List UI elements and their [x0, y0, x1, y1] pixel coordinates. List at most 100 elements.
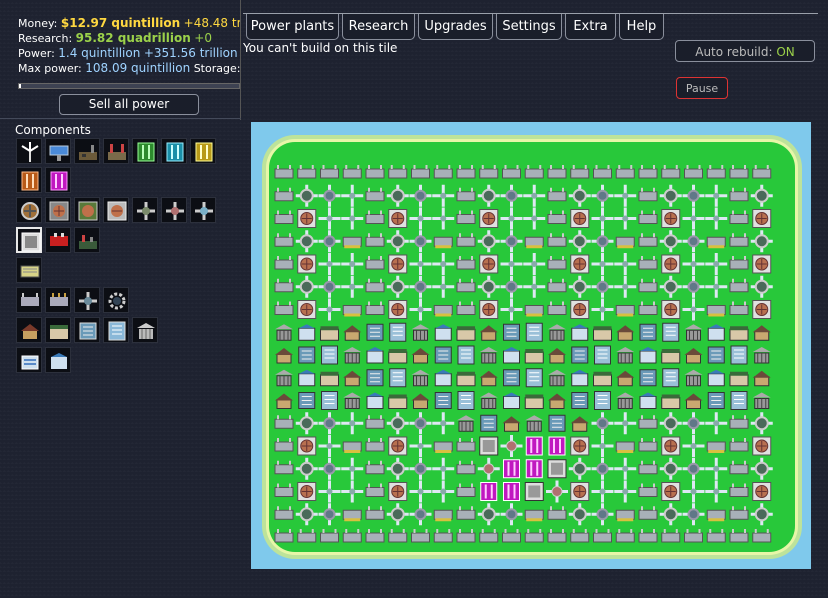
tile-transformer[interactable] — [706, 305, 726, 317]
tile-vent[interactable] — [297, 482, 317, 501]
tile-school[interactable] — [298, 324, 316, 341]
tile-shop[interactable] — [729, 371, 749, 387]
tile-school[interactable] — [366, 392, 384, 409]
tile-house[interactable] — [752, 325, 771, 341]
tile-exchanger[interactable] — [295, 230, 318, 253]
tile-vent[interactable] — [297, 254, 317, 274]
tab-upgrades[interactable]: Upgrades — [418, 14, 493, 40]
tile-house[interactable] — [548, 393, 566, 409]
tile-cable[interactable] — [388, 529, 408, 543]
tile-vent[interactable] — [388, 300, 408, 319]
tile-cable[interactable] — [593, 165, 612, 179]
tile-pipe[interactable] — [341, 457, 364, 480]
cyan-cell-palette-button[interactable] — [161, 138, 187, 164]
tile-gear[interactable] — [682, 503, 705, 526]
tile-exchanger[interactable] — [295, 457, 318, 480]
tile-bank[interactable] — [525, 415, 544, 432]
tile-apartment[interactable] — [321, 345, 338, 365]
fan-vent-palette-button[interactable] — [45, 197, 71, 223]
tile-office[interactable] — [503, 323, 520, 341]
tile-cable[interactable] — [547, 506, 567, 520]
tile-shop[interactable] — [729, 326, 749, 341]
tile-bank[interactable] — [343, 392, 362, 409]
tile-apartment[interactable] — [662, 368, 680, 388]
tile-school[interactable] — [571, 369, 589, 387]
tile-shop[interactable] — [593, 371, 612, 387]
tile-cable[interactable] — [752, 529, 772, 543]
tile-vent[interactable] — [570, 209, 590, 228]
tile-apartment[interactable] — [321, 391, 338, 410]
tile-exchanger[interactable] — [386, 412, 409, 435]
gear-palette-button[interactable] — [103, 287, 129, 313]
tile-gear[interactable] — [591, 275, 614, 298]
tile-cable[interactable] — [411, 165, 430, 179]
tile-bank[interactable] — [411, 324, 430, 341]
tile-cable[interactable] — [547, 529, 567, 543]
tile-cable[interactable] — [297, 529, 317, 543]
tile-cable[interactable] — [638, 529, 658, 543]
tile-apartment[interactable] — [457, 391, 475, 410]
tile-transformer[interactable] — [615, 509, 635, 522]
tile-gear[interactable] — [591, 457, 614, 480]
tile-exchanger[interactable] — [386, 184, 409, 207]
tile-school[interactable] — [503, 392, 520, 409]
tile-cable[interactable] — [365, 483, 385, 497]
tile-vent[interactable] — [752, 254, 772, 274]
heat-pipe-palette-button[interactable] — [190, 197, 216, 223]
tile-cable[interactable] — [524, 165, 544, 179]
tile-exchanger[interactable] — [568, 275, 591, 298]
tile-cable[interactable] — [547, 301, 567, 315]
tile-cable[interactable] — [365, 278, 385, 293]
sell-all-power-button[interactable]: Sell all power — [59, 94, 199, 115]
tile-school[interactable] — [639, 392, 657, 409]
tile-house[interactable] — [684, 348, 703, 364]
tile-apartment[interactable] — [730, 391, 748, 410]
tile-transformer[interactable] — [342, 509, 362, 522]
transformer-palette-button[interactable] — [45, 287, 71, 313]
tile-pipe[interactable] — [591, 207, 614, 230]
tile-cable[interactable] — [684, 529, 703, 543]
tile-gear[interactable] — [682, 230, 705, 253]
tile-cable[interactable] — [547, 256, 567, 270]
tile-cable[interactable] — [593, 529, 612, 543]
tile-exchanger[interactable] — [477, 503, 500, 526]
tile-cable[interactable] — [729, 278, 749, 293]
tile-transformer[interactable] — [433, 236, 453, 249]
tile-bank[interactable] — [479, 347, 498, 364]
tile-house[interactable] — [479, 325, 498, 341]
tile-bank[interactable] — [684, 369, 703, 387]
tile-magenta[interactable] — [548, 436, 566, 456]
tab-help[interactable]: Help — [619, 14, 664, 40]
tile-cable[interactable] — [456, 529, 476, 543]
tile-cable[interactable] — [365, 460, 385, 475]
tile-cable[interactable] — [638, 483, 658, 497]
tile-cable[interactable] — [365, 529, 385, 543]
tile-shop[interactable] — [456, 326, 476, 341]
tile-transformer[interactable] — [706, 441, 726, 453]
tile-cable[interactable] — [365, 301, 385, 315]
tile-vent[interactable] — [661, 209, 681, 228]
tile-cable[interactable] — [638, 278, 658, 293]
tile-exchanger[interactable] — [386, 457, 409, 480]
tile-pipe[interactable] — [614, 275, 637, 298]
tile-cable[interactable] — [752, 165, 772, 179]
tile-shop[interactable] — [456, 371, 476, 387]
tile-vent[interactable] — [752, 436, 772, 456]
tile-pipe[interactable] — [705, 275, 728, 298]
tile-pipe[interactable] — [432, 480, 455, 503]
tile-pipe[interactable] — [318, 480, 341, 503]
tile-pipe[interactable] — [682, 435, 705, 457]
tile-pipe[interactable] — [682, 298, 705, 321]
tile-office[interactable] — [548, 414, 566, 432]
tile-exchanger[interactable] — [295, 503, 318, 526]
tile-exchanger[interactable] — [659, 457, 682, 480]
tile-house[interactable] — [411, 348, 430, 364]
tile-pipe[interactable] — [341, 207, 364, 230]
house-palette-button[interactable] — [16, 317, 42, 343]
tile-apartment[interactable] — [662, 322, 680, 342]
tile-cable[interactable] — [456, 301, 476, 315]
tile-cable[interactable] — [456, 233, 476, 247]
tile-cable[interactable] — [729, 529, 749, 543]
tile-cable[interactable] — [638, 460, 658, 475]
tile-office[interactable] — [571, 392, 589, 409]
